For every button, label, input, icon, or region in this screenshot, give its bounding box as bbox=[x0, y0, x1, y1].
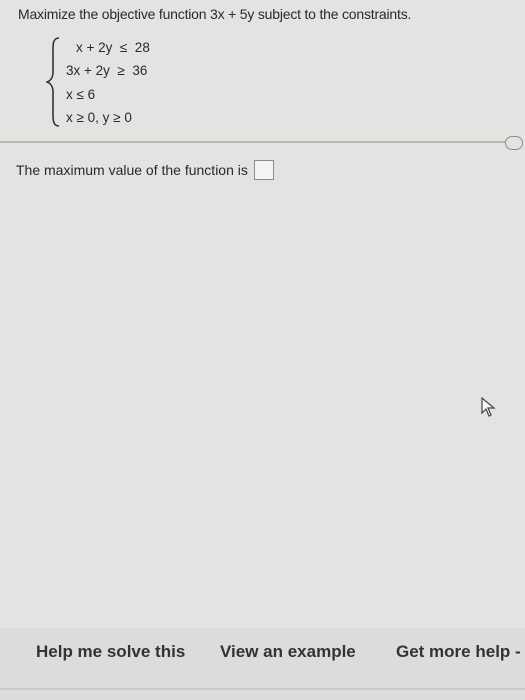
constraint-2: 3x + 2y ≥ 36 bbox=[66, 63, 148, 78]
get-more-help-button[interactable]: Get more help - bbox=[396, 642, 521, 662]
answer-row: The maximum value of the function is bbox=[16, 160, 274, 180]
answer-prompt: The maximum value of the function is bbox=[16, 162, 248, 178]
help-me-solve-button[interactable]: Help me solve this bbox=[36, 642, 185, 662]
left-brace-icon bbox=[46, 37, 60, 127]
divider-handle[interactable] bbox=[505, 136, 523, 150]
constraint-system: x + 2y ≤ 28 3x + 2y ≥ 36 x ≤ 6 x ≥ 0, y … bbox=[46, 36, 186, 132]
answer-input[interactable] bbox=[253, 160, 274, 180]
constraint-4: x ≥ 0, y ≥ 0 bbox=[66, 110, 132, 125]
constraint-1: x + 2y ≤ 28 bbox=[76, 40, 150, 55]
constraint-3: x ≤ 6 bbox=[66, 87, 96, 102]
view-example-button[interactable]: View an example bbox=[220, 642, 356, 662]
footer-bottom-line bbox=[0, 688, 525, 690]
question-text: Maximize the objective function 3x + 5y … bbox=[18, 6, 412, 22]
section-divider bbox=[0, 141, 512, 143]
mouse-cursor-icon bbox=[481, 397, 496, 417]
